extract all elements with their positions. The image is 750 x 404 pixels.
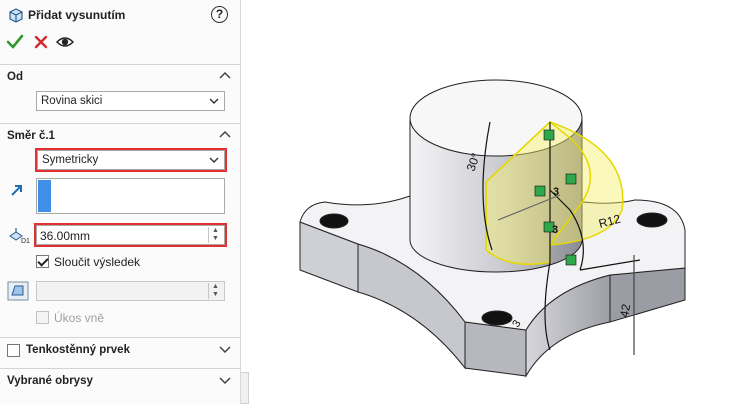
chevron-down-icon (209, 157, 219, 163)
selection-color-bar (38, 180, 51, 212)
chevron-down-icon[interactable] (219, 345, 231, 355)
arrow-direction-icon[interactable] (9, 182, 25, 198)
depth-value: 36.00mm (40, 229, 91, 243)
chevron-up-icon[interactable] (219, 129, 231, 139)
start-condition-value: Rovina skici (41, 95, 103, 107)
property-manager-header: Přidat vysunutím ? (0, 0, 241, 30)
direction1-section-header[interactable]: Směr č.1 (0, 123, 241, 145)
direction-reference-listbox[interactable] (36, 178, 225, 214)
help-icon[interactable]: ? (211, 6, 228, 23)
direction1-section-title: Směr č.1 (7, 130, 55, 142)
dimension-marker-1: 3 (553, 186, 559, 198)
chevron-down-icon (209, 98, 219, 104)
depth-spinner[interactable]: ▲ ▼ (208, 227, 222, 243)
panel-resize-handle[interactable] (241, 372, 249, 404)
property-manager-panel: Přidat vysunutím ? Od Rovina skici Směr … (0, 0, 241, 404)
checkmark-icon[interactable] (6, 33, 24, 51)
thin-feature-title: Tenkostěnný prvek (26, 344, 130, 356)
from-section-title: Od (7, 71, 23, 83)
merge-result-label: Sloučit výsledek (54, 255, 141, 269)
draft-angle-input[interactable]: ▲ ▼ (36, 281, 225, 301)
svg-text:D1: D1 (21, 238, 30, 244)
start-condition-select[interactable]: Rovina skici (36, 91, 225, 111)
end-condition-value: Symetricky (42, 154, 99, 166)
thin-feature-section-header[interactable]: Tenkostěnný prvek (0, 337, 241, 361)
dimension-marker-2: 3 (552, 224, 558, 236)
close-icon[interactable] (32, 33, 50, 51)
thin-feature-checkbox[interactable] (7, 344, 20, 357)
draft-spinner[interactable]: ▲ ▼ (208, 283, 222, 299)
draft-outward-checkbox[interactable] (36, 311, 49, 324)
chevron-up-icon[interactable] (219, 70, 231, 80)
from-section-header[interactable]: Od (0, 64, 241, 86)
model-viewport[interactable]: 30° R12 42 3 3 3 (250, 0, 750, 404)
panel-title: Přidat vysunutím (28, 8, 126, 22)
selected-contours-section-header[interactable]: Vybrané obrysy (0, 368, 241, 394)
draft-outward-label: Úkos vně (54, 311, 105, 325)
depth-input[interactable]: 36.00mm ▲ ▼ (34, 223, 227, 247)
eye-icon[interactable] (56, 33, 74, 51)
extrude-boss-icon (9, 8, 23, 23)
end-condition-select[interactable]: Symetricky (35, 148, 227, 172)
depth-d1-icon: D1 (9, 228, 30, 244)
merge-result-checkbox[interactable] (36, 255, 49, 268)
selected-contours-title: Vybrané obrysy (7, 375, 93, 387)
draft-icon[interactable] (7, 281, 29, 301)
dimension-height: 42 (617, 303, 633, 319)
chevron-down-icon[interactable] (219, 376, 231, 386)
